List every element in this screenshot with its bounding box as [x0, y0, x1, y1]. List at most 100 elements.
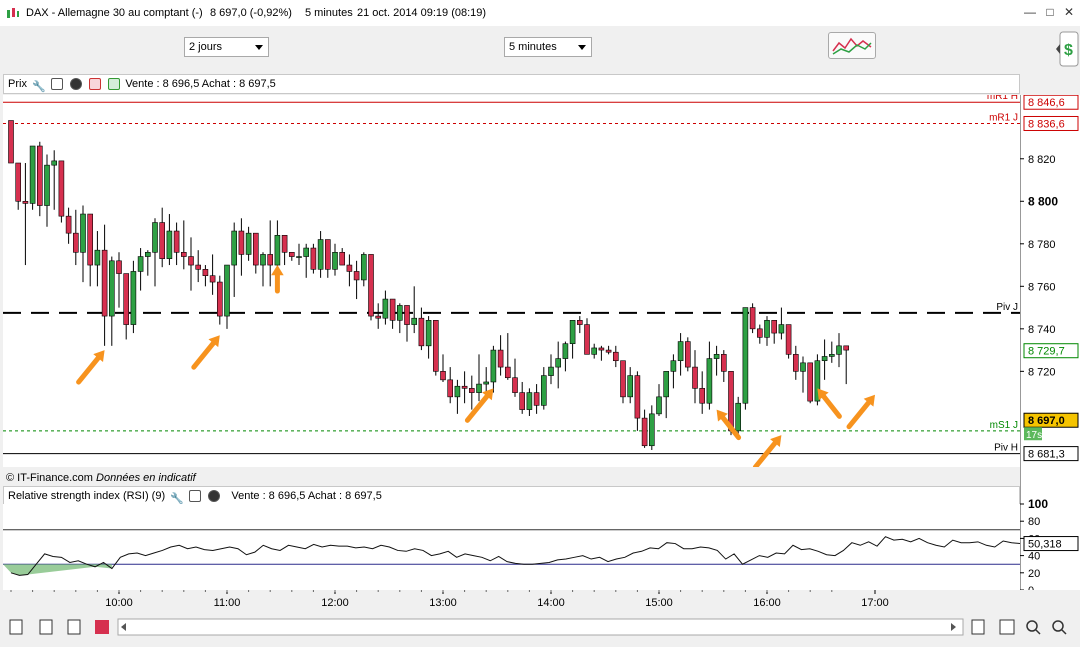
candle [641, 409, 648, 448]
price-tick-label: 8 800 [1028, 194, 1058, 208]
price-chart[interactable]: mR1 H mR1 J Piv J mS1 J Piv H [3, 91, 1020, 470]
candle-body [231, 230, 237, 266]
candle [519, 381, 526, 414]
candle-body [73, 232, 79, 253]
candle-body [476, 383, 482, 393]
rsi-oversold-fill [3, 564, 112, 576]
rsi-panel-header: Relative strength index (RSI) (9) 🔧 Vent… [3, 486, 1020, 506]
candle [253, 232, 259, 274]
annotation-arrow [817, 388, 842, 419]
candle-body [785, 324, 792, 355]
candle [202, 265, 209, 287]
candle [22, 163, 29, 266]
candle-body [756, 328, 763, 338]
candle [512, 358, 518, 397]
annotation-arrow [76, 350, 105, 385]
candle-body [404, 305, 410, 325]
candle-body [843, 345, 850, 351]
candle-body [807, 362, 814, 402]
price-axis: 8 720 8 740 8 760 8 780 8 800 8 820 8 846,6 8 8… [1020, 94, 1080, 597]
price-chart-area[interactable]: mR1 H mR1 J Piv J mS1 J Piv H [3, 91, 1020, 470]
window-icon[interactable] [51, 78, 64, 91]
window-titlebar: DAX - Allemagne 30 au comptant (-) 8 697… [0, 0, 1080, 27]
candle [324, 239, 331, 278]
time-scrollbar[interactable] [117, 618, 964, 636]
candle [217, 275, 223, 325]
price-tick-label: 8 740 [1028, 324, 1056, 336]
bottom-tools[interactable] [9, 619, 109, 635]
candle [130, 260, 137, 334]
level-value-text: 8 697,0 [1028, 415, 1065, 427]
candle-body [332, 252, 338, 270]
candle-body [101, 249, 108, 317]
candle [267, 220, 274, 287]
time-tick-label: 15:00 [645, 597, 673, 609]
close-panel-icon[interactable] [208, 490, 221, 503]
candle-body [555, 358, 562, 368]
period-select[interactable]: 2 jours [184, 37, 269, 57]
candle-body [382, 298, 389, 319]
candle-body [51, 160, 58, 166]
candle [404, 305, 410, 342]
level-value-text: 8 846,6 [1028, 97, 1065, 109]
candle-body [396, 305, 403, 321]
close-icon[interactable]: ✕ [1062, 5, 1076, 19]
candle [166, 214, 173, 266]
zoom-tools[interactable] [971, 619, 1067, 635]
minimize-icon[interactable]: — [1023, 5, 1037, 19]
candle [627, 367, 634, 404]
candle [540, 367, 547, 410]
move-down-icon[interactable] [89, 78, 102, 91]
price-tick-label: 8 760 [1028, 281, 1056, 293]
level-value-box: 8 681,3 [1023, 446, 1079, 462]
interval-select[interactable]: 5 minutes [504, 37, 592, 57]
candle-body [360, 254, 367, 281]
candle [555, 341, 562, 389]
candle-body [224, 264, 230, 317]
rsi-chart[interactable] [3, 504, 1021, 590]
candle-body [317, 239, 324, 270]
candle-body [389, 298, 396, 321]
annotation-arrow [846, 394, 875, 430]
close-panel-icon[interactable] [70, 78, 83, 91]
candle-body [512, 377, 518, 393]
maximize-icon[interactable]: □ [1043, 5, 1057, 19]
candle-body [713, 354, 720, 359]
candle [209, 254, 216, 295]
side-panel-toggle[interactable]: $ [1055, 30, 1080, 70]
candle [425, 316, 432, 359]
candle [713, 345, 720, 376]
candle-body [202, 269, 209, 276]
chart-style-button[interactable] [828, 32, 876, 59]
candle-body [296, 256, 302, 258]
candle [778, 307, 785, 340]
candle [504, 333, 511, 380]
price-panel-label: Prix [8, 78, 27, 90]
level-value-text: 8 836,6 [1028, 118, 1065, 130]
candle [648, 405, 655, 450]
wrench-icon[interactable]: 🔧 [170, 490, 184, 505]
candle-body [137, 256, 144, 272]
candle [742, 307, 749, 410]
annotation-arrow [716, 409, 742, 441]
bottom-toolbar [0, 612, 1080, 644]
candle-body [641, 417, 648, 447]
rsi-chart-area[interactable] [3, 504, 1021, 590]
candle-body [569, 320, 576, 345]
candle-body [648, 413, 655, 447]
candle [584, 318, 590, 355]
wrench-icon[interactable]: 🔧 [32, 78, 46, 93]
candle [807, 362, 814, 404]
countdown-text: 17s [1026, 430, 1042, 441]
candle-body [36, 145, 43, 206]
candle [476, 354, 482, 402]
candle [497, 335, 504, 376]
window-icon[interactable] [189, 490, 202, 503]
candle [418, 307, 425, 351]
candle [152, 218, 158, 287]
level-value-box: 8 729,7 [1023, 343, 1079, 359]
move-up-icon[interactable] [108, 78, 121, 91]
candle-body [749, 307, 756, 330]
candle [699, 371, 706, 414]
time-tick-label: 10:00 [105, 597, 133, 609]
